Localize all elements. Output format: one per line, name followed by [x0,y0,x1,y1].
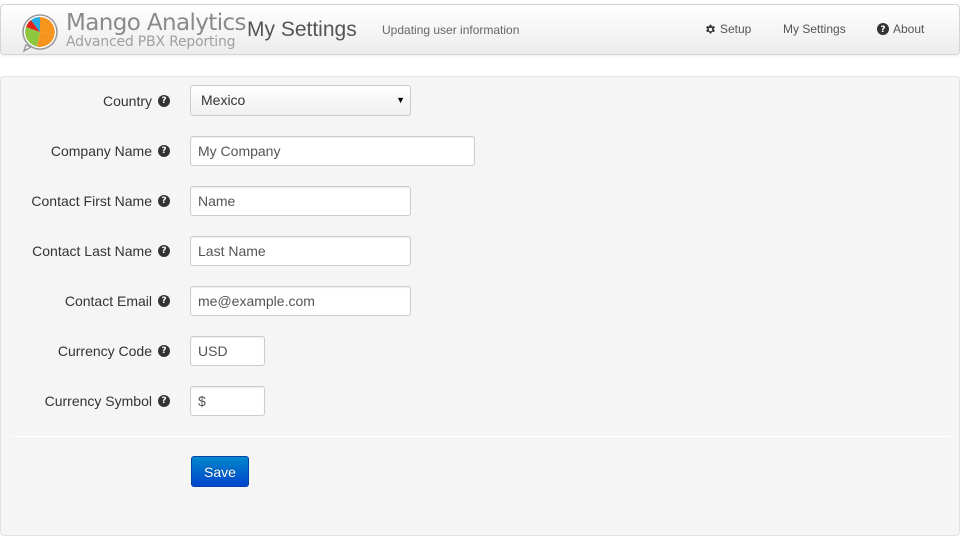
currency-symbol-label-text: Currency Symbol [44,393,152,409]
contact-email-label-text: Contact Email [64,293,152,309]
nav-setup-label: Setup [720,22,752,36]
question-circle-icon: ? [877,23,889,35]
contact-first-name-input[interactable]: Name [190,186,411,216]
currency-symbol-input[interactable]: $ [190,386,265,416]
country-label-text: Country [102,93,152,109]
currency-code-help-icon[interactable]: ? [158,345,170,357]
brand-title: Mango Analytics [66,10,247,36]
brand[interactable]: Mango Analytics Advanced PBX Reporting [21,10,247,53]
mango-logo-icon [22,14,58,53]
gear-icon [706,24,715,33]
contact-last-name-label: Contact Last Name ? [32,243,170,259]
contact-last-name-row: Contact Last Name ? Last Name [1,236,960,266]
company-name-input[interactable]: My Company [190,136,475,166]
country-help-icon[interactable]: ? [158,95,170,107]
page-subtitle: Updating user information [382,23,520,37]
contact-first-name-help-icon[interactable]: ? [158,195,170,207]
nav-about-link[interactable]: ? About [877,22,924,36]
contact-first-name-label-text: Contact First Name [31,193,152,209]
currency-code-label-text: Currency Code [57,343,152,359]
about-icon-glyph: ? [880,25,885,35]
contact-last-name-help-icon[interactable]: ? [158,245,170,257]
contact-email-help-icon[interactable]: ? [158,295,170,307]
currency-symbol-label: Currency Symbol ? [45,393,170,409]
caret-down-icon: ▼ [396,95,405,105]
country-label: Country ? [103,93,170,109]
country-row: Country ? Mexico ▼ [1,85,960,116]
currency-code-label: Currency Code ? [58,343,170,359]
nav-about-label: About [893,22,925,36]
nav-my-settings-label: My Settings [783,22,846,36]
country-select-value: Mexico [201,92,246,108]
contact-first-name-row: Contact First Name ? Name [1,186,960,216]
contact-email-row: Contact Email ? me@example.com [1,286,960,316]
country-select[interactable]: Mexico ▼ [190,85,411,116]
contact-last-name-label-text: Contact Last Name [32,243,152,259]
company-name-row: Company Name ? My Company [1,136,960,166]
currency-symbol-row: Currency Symbol ? $ [1,386,960,416]
nav-my-settings-link[interactable]: My Settings [783,22,846,36]
brand-subtitle: Advanced PBX Reporting [66,34,236,50]
currency-code-row: Currency Code ? USD [1,336,960,366]
page-title: My Settings [247,18,357,41]
company-name-label: Company Name ? [51,143,170,159]
top-navbar: Mango Analytics Advanced PBX Reporting M… [0,4,960,55]
save-button[interactable]: Save [191,456,249,487]
settings-form-panel: Country ? Mexico ▼ Company Name ? My Com… [0,76,960,536]
contact-email-label: Contact Email ? [65,293,170,309]
contact-first-name-label: Contact First Name ? [31,193,170,209]
form-divider [11,436,951,437]
company-name-label-text: Company Name [50,143,152,159]
currency-code-input[interactable]: USD [190,336,265,366]
contact-email-input[interactable]: me@example.com [190,286,411,316]
contact-last-name-input[interactable]: Last Name [190,236,411,266]
currency-symbol-help-icon[interactable]: ? [158,395,170,407]
company-name-help-icon[interactable]: ? [158,145,170,157]
nav-setup-link[interactable]: Setup [705,22,751,36]
